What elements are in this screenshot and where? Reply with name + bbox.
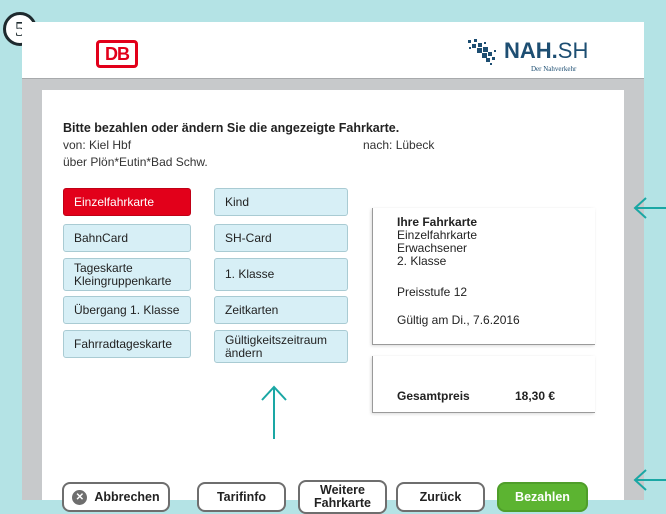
tariff-info-button[interactable]: Tarifinfo (197, 482, 286, 512)
pay-button[interactable]: Bezahlen (497, 482, 588, 512)
up-arrow-annotation (261, 385, 287, 439)
option-sh-card[interactable]: SH-Card (214, 224, 348, 252)
ticket-machine-screen: DB NAH.SH Der Nahverkehr Bitte bezahlen … (22, 22, 644, 514)
option-fahrradtageskarte[interactable]: Fahrradtageskarte (63, 330, 191, 358)
another-ticket-button[interactable]: Weitere Fahrkarte (298, 480, 387, 514)
total-amount: 18,30 € (515, 389, 556, 403)
header-bar: DB NAH.SH Der Nahverkehr (22, 22, 644, 79)
cancel-button[interactable]: ✕ Abbrechen (62, 482, 170, 512)
back-button[interactable]: Zurück (396, 482, 485, 512)
ticket-validity: Gültig am Di., 7.6.2016 (397, 313, 520, 327)
origin-station: von: Kiel Hbf (63, 138, 132, 152)
total-label: Gesamtpreis (397, 389, 470, 403)
nah-sh-wordmark: NAH.SH (504, 38, 589, 63)
route-via: über Plön*Eutin*Bad Schw. (63, 155, 208, 169)
ticket-selection-panel: Bitte bezahlen oder ändern Sie die angez… (42, 90, 624, 514)
db-logo: DB (96, 40, 138, 68)
cancel-label: Abbrechen (94, 489, 160, 504)
option-kind[interactable]: Kind (214, 188, 348, 216)
instruction-heading: Bitte bezahlen oder ändern Sie die angez… (63, 121, 400, 135)
option-tageskarte-kleingruppenkarte[interactable]: Tageskarte Kleingruppenkarte (63, 258, 191, 291)
option-bahncard[interactable]: BahnCard (63, 224, 191, 252)
total-price-box: Gesamtpreis 18,30 € (372, 356, 595, 413)
option-uebergang-1-klasse[interactable]: Übergang 1. Klasse (63, 296, 191, 324)
destination-station: nach: Lübeck (363, 138, 435, 152)
option-1-klasse[interactable]: 1. Klasse (214, 258, 348, 291)
ticket-summary: Ihre Fahrkarte Einzelfahrkarte Erwachsen… (372, 208, 595, 345)
nah-sh-logo: NAH.SH Der Nahverkehr (466, 34, 606, 76)
option-einzelfahrkarte[interactable]: Einzelfahrkarte (63, 188, 191, 216)
nah-sh-map-icon (468, 39, 496, 65)
close-icon: ✕ (72, 489, 88, 505)
option-zeitkarten[interactable]: Zeitkarten (214, 296, 348, 324)
nah-sh-tagline: Der Nahverkehr (531, 65, 577, 73)
option-gueltigkeitszeitraum-aendern[interactable]: Gültigkeitszeitraum ändern (214, 330, 348, 363)
ticket-class: 2. Klasse (397, 254, 447, 268)
ticket-price-level: Preisstufe 12 (397, 285, 468, 299)
left-arrow-annotation-ticket (633, 197, 666, 219)
left-arrow-annotation-pay (633, 469, 666, 491)
